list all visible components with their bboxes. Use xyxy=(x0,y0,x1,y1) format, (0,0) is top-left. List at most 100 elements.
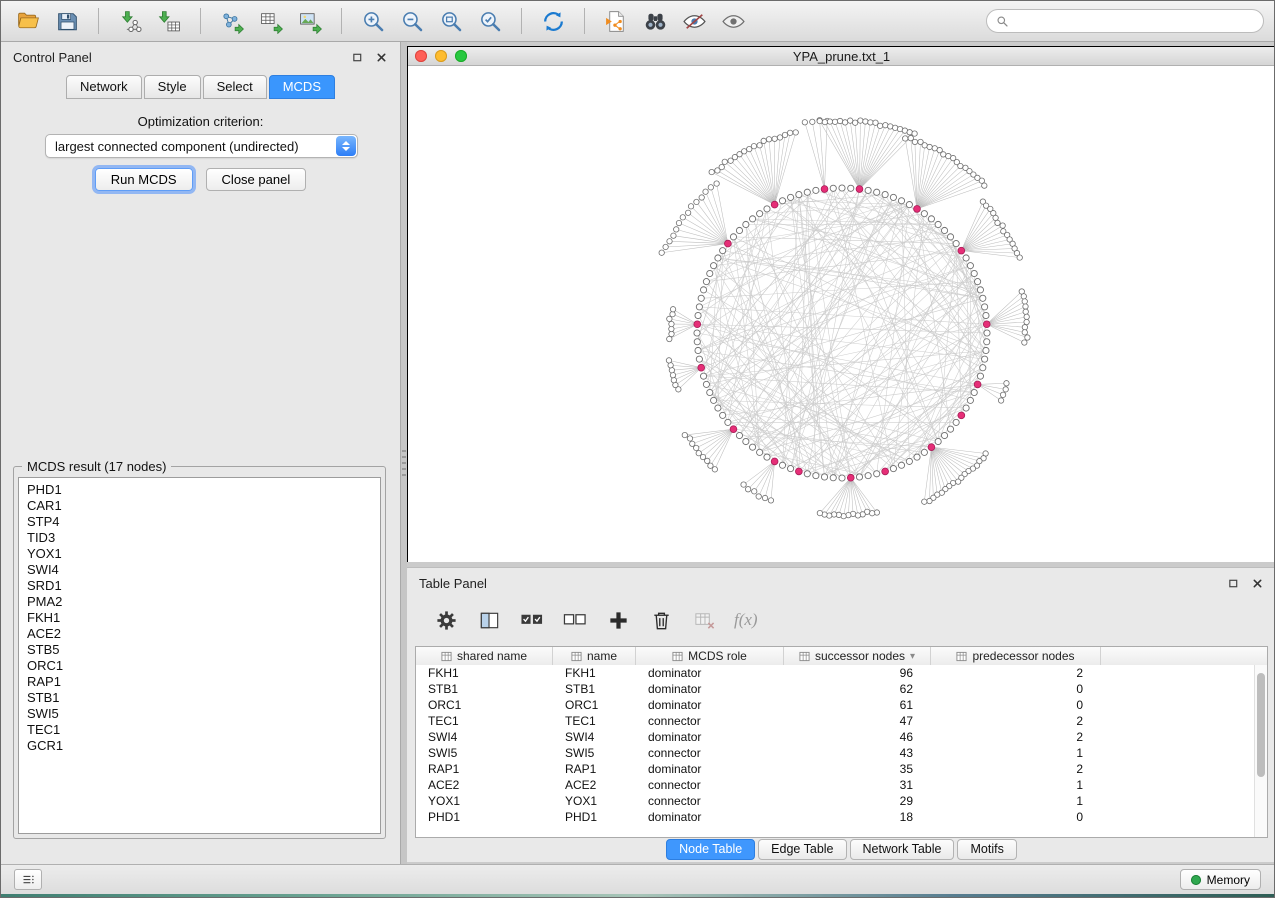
tab-node-table[interactable]: Node Table xyxy=(666,839,755,860)
clone-network-button[interactable] xyxy=(599,6,633,36)
cell-shared-name: STB1 xyxy=(416,682,553,696)
export-image-button[interactable] xyxy=(293,6,327,36)
tab-network-table[interactable]: Network Table xyxy=(850,839,955,860)
table-row[interactable]: PHD1PHD1dominator180 xyxy=(416,809,1254,825)
table-row[interactable]: ORC1ORC1dominator610 xyxy=(416,697,1254,713)
toolbar-separator xyxy=(521,8,522,34)
cell-name: RAP1 xyxy=(553,762,636,776)
cell-name: STB1 xyxy=(553,682,636,696)
cell-mcds-role: connector xyxy=(636,778,784,792)
status-menu-button[interactable] xyxy=(14,869,42,890)
tab-mcds[interactable]: MCDS xyxy=(269,75,335,99)
table-row[interactable]: RAP1RAP1dominator352 xyxy=(416,761,1254,777)
close-panel-action-button[interactable]: Close panel xyxy=(206,168,307,191)
zoom-selected-button[interactable] xyxy=(473,6,507,36)
criterion-dropdown-value: largest connected component (undirected) xyxy=(55,139,299,154)
mcds-result-item[interactable]: ORC1 xyxy=(27,658,380,674)
mcds-result-item[interactable]: STB5 xyxy=(27,642,380,658)
zoom-fit-button[interactable] xyxy=(434,6,468,36)
mcds-result-item[interactable]: TID3 xyxy=(27,530,380,546)
cell-name: ORC1 xyxy=(553,698,636,712)
mcds-result-item[interactable]: SRD1 xyxy=(27,578,380,594)
select-all-button[interactable] xyxy=(519,607,545,633)
mcds-result-item[interactable]: TEC1 xyxy=(27,722,380,738)
unselect-all-button[interactable] xyxy=(562,607,588,633)
column-header-mcds-role[interactable]: MCDS role xyxy=(636,647,784,665)
scrollbar-thumb[interactable] xyxy=(1257,673,1265,777)
refresh-view-button[interactable] xyxy=(536,6,570,36)
mcds-result-item[interactable]: FKH1 xyxy=(27,610,380,626)
table-row[interactable]: ACE2ACE2connector311 xyxy=(416,777,1254,793)
table-panel: Table Panel f(x) shared namenameMCDS rol… xyxy=(407,567,1275,862)
close-table-panel-button[interactable] xyxy=(1250,576,1264,590)
table-settings-button[interactable] xyxy=(433,607,459,633)
cell-mcds-role: dominator xyxy=(636,682,784,696)
table-row[interactable]: TEC1TEC1connector472 xyxy=(416,713,1254,729)
add-column-button[interactable] xyxy=(605,607,631,633)
table-row[interactable]: FKH1FKH1dominator962 xyxy=(416,665,1254,681)
table-row[interactable]: YOX1YOX1connector291 xyxy=(416,793,1254,809)
mcds-result-item[interactable]: PMA2 xyxy=(27,594,380,610)
table-row[interactable]: SWI4SWI4dominator462 xyxy=(416,729,1254,745)
column-chooser-button[interactable] xyxy=(476,607,502,633)
function-builder-button: f(x) xyxy=(734,607,758,633)
close-panel-button[interactable] xyxy=(374,50,388,64)
search-input[interactable] xyxy=(1015,13,1254,29)
network-window-titlebar[interactable]: YPA_prune.txt_1 xyxy=(408,47,1275,66)
float-table-panel-button[interactable] xyxy=(1226,576,1240,590)
tab-edge-table[interactable]: Edge Table xyxy=(758,839,846,860)
memory-button[interactable]: Memory xyxy=(1180,869,1261,890)
cell-successor-nodes: 47 xyxy=(784,714,931,728)
search-network-button[interactable] xyxy=(638,6,672,36)
mcds-result-item[interactable]: STP4 xyxy=(27,514,380,530)
mcds-result-item[interactable]: GCR1 xyxy=(27,738,380,754)
mcds-result-item[interactable]: RAP1 xyxy=(27,674,380,690)
tab-motifs[interactable]: Motifs xyxy=(957,839,1016,860)
cell-shared-name: SWI4 xyxy=(416,730,553,744)
list-menu-icon xyxy=(21,872,36,887)
window-zoom-button[interactable] xyxy=(455,50,467,62)
zoom-out-button[interactable] xyxy=(395,6,429,36)
window-close-button[interactable] xyxy=(415,50,427,62)
column-menu-caret-icon[interactable]: ▾ xyxy=(910,651,915,662)
search-box[interactable] xyxy=(986,9,1264,33)
column-header-name[interactable]: name xyxy=(553,647,636,665)
table-row[interactable]: SWI5SWI5connector431 xyxy=(416,745,1254,761)
mcds-result-list[interactable]: PHD1CAR1STP4TID3YOX1SWI4SRD1PMA2FKH1ACE2… xyxy=(18,477,381,834)
cell-mcds-role: dominator xyxy=(636,810,784,824)
table-row[interactable]: STB1STB1dominator620 xyxy=(416,681,1254,697)
column-header-successor-nodes[interactable]: successor nodes▾ xyxy=(784,647,931,665)
apply-style-button[interactable] xyxy=(677,6,711,36)
tab-network[interactable]: Network xyxy=(66,75,142,99)
mcds-result-item[interactable]: SWI5 xyxy=(27,706,380,722)
column-header-predecessor-nodes[interactable]: predecessor nodes xyxy=(931,647,1101,665)
delete-column-button[interactable] xyxy=(648,607,674,633)
export-network-button[interactable] xyxy=(215,6,249,36)
criterion-dropdown[interactable]: largest connected component (undirected) xyxy=(45,134,358,158)
column-header-shared-name[interactable]: shared name xyxy=(416,647,553,665)
network-window-title: YPA_prune.txt_1 xyxy=(408,49,1275,64)
export-table-button[interactable] xyxy=(254,6,288,36)
tab-style[interactable]: Style xyxy=(144,75,201,99)
import-table-button[interactable] xyxy=(152,6,186,36)
run-mcds-button[interactable]: Run MCDS xyxy=(95,168,193,191)
float-panel-button[interactable] xyxy=(350,50,364,64)
zoom-in-button[interactable] xyxy=(356,6,390,36)
mcds-result-item[interactable]: PHD1 xyxy=(27,482,380,498)
import-network-button[interactable] xyxy=(113,6,147,36)
open-file-button[interactable] xyxy=(11,6,45,36)
mcds-result-item[interactable]: YOX1 xyxy=(27,546,380,562)
network-graph[interactable] xyxy=(408,66,1275,562)
window-minimize-button[interactable] xyxy=(435,50,447,62)
control-panel-tabs: NetworkStyleSelectMCDS xyxy=(1,75,400,99)
cell-mcds-role: connector xyxy=(636,746,784,760)
mcds-result-item[interactable]: STB1 xyxy=(27,690,380,706)
tab-select[interactable]: Select xyxy=(203,75,267,99)
show-graphics-details-button[interactable] xyxy=(716,6,750,36)
save-session-button[interactable] xyxy=(50,6,84,36)
mcds-result-item[interactable]: ACE2 xyxy=(27,626,380,642)
mcds-result-item[interactable]: CAR1 xyxy=(27,498,380,514)
open-file-icon xyxy=(16,9,41,34)
mcds-result-item[interactable]: SWI4 xyxy=(27,562,380,578)
table-scrollbar[interactable] xyxy=(1254,665,1267,837)
